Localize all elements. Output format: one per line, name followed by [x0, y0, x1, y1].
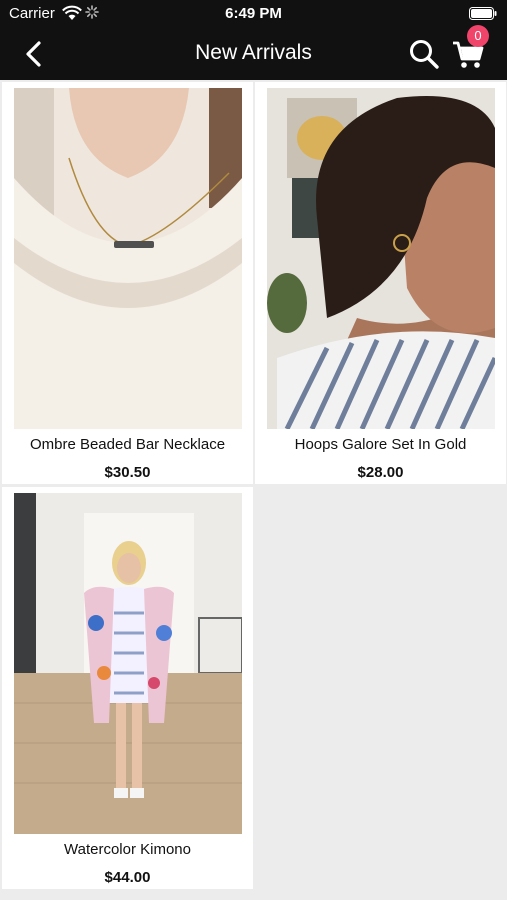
- product-card[interactable]: Hoops Galore Set In Gold $28.00: [255, 82, 506, 484]
- product-price: $28.00: [357, 464, 404, 481]
- product-price: $30.50: [104, 464, 151, 481]
- status-bar: Carrier 6:49 PM: [0, 0, 507, 28]
- cart-count-badge: 0: [467, 25, 489, 47]
- product-image: [14, 88, 242, 429]
- nav-bar: New Arrivals 0: [0, 25, 507, 80]
- product-name: Watercolor Kimono: [64, 841, 191, 858]
- product-image: [14, 493, 242, 834]
- product-image: [267, 88, 495, 429]
- battery-icon: [469, 7, 497, 20]
- product-name: Ombre Beaded Bar Necklace: [29, 436, 226, 453]
- product-card[interactable]: Ombre Beaded Bar Necklace $30.50: [2, 82, 253, 484]
- product-price: $44.00: [104, 869, 151, 886]
- search-icon[interactable]: [408, 38, 440, 70]
- status-time: 6:49 PM: [225, 5, 282, 22]
- product-card[interactable]: Watercolor Kimono $44.00: [2, 487, 253, 889]
- product-name: Hoops Galore Set In Gold: [294, 436, 467, 453]
